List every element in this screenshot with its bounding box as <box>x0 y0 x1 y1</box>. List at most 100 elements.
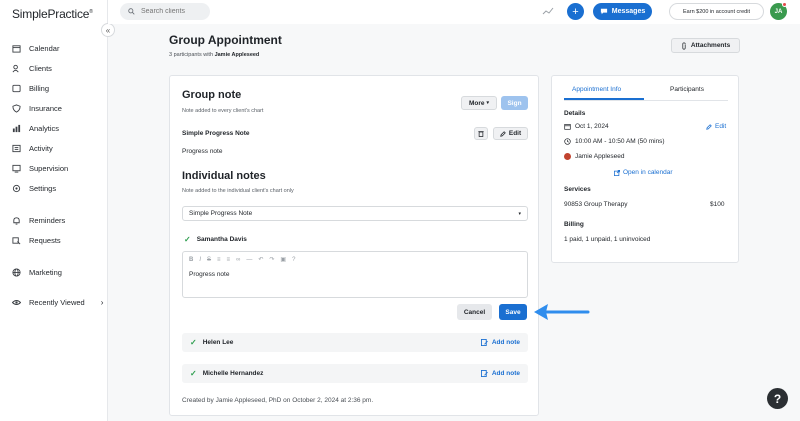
divider-icon[interactable]: — <box>246 257 252 263</box>
template-select-value: Simple Progress Note <box>189 210 253 217</box>
template-select[interactable]: Simple Progress Note ▾ <box>182 206 528 221</box>
bell-icon <box>13 216 20 225</box>
sidebar-item-insurance[interactable]: Insurance <box>12 101 62 115</box>
check-icon: ✓ <box>184 235 191 244</box>
sidebar-item-label: Activity <box>29 143 53 153</box>
add-note-icon <box>480 370 488 377</box>
cancel-button[interactable]: Cancel <box>457 304 492 320</box>
help-icon[interactable]: ? <box>292 257 295 263</box>
appointment-time: 10:00 AM - 10:50 AM (50 mins) <box>564 138 665 145</box>
shield-icon <box>12 103 21 113</box>
logo[interactable]: SimplePractice® <box>12 7 93 21</box>
sidebar-item-activity[interactable]: Activity <box>12 141 53 155</box>
paperclip-icon <box>682 41 686 50</box>
individual-notes-caption: Note added to the individual client's ch… <box>182 188 294 194</box>
sidebar-item-billing[interactable]: Billing <box>12 81 49 95</box>
sidebar-item-settings[interactable]: Settings <box>12 181 56 195</box>
bold-icon[interactable]: B <box>189 257 193 263</box>
search-input[interactable] <box>141 8 201 15</box>
sidebar-item-calendar[interactable]: Calendar <box>12 41 59 55</box>
tab-divider <box>564 100 728 101</box>
open-in-calendar-link[interactable]: Open in calendar <box>614 169 673 176</box>
more-button[interactable]: More ▾ <box>461 96 497 110</box>
redo-icon[interactable]: ↷ <box>269 256 274 263</box>
caret-down-icon: ▾ <box>518 210 521 217</box>
note-editor[interactable]: B I S ≡ ≡ ∞ — ↶ ↷ ▣ ? Progress note <box>182 251 528 298</box>
editor-content[interactable]: Progress note <box>189 271 229 278</box>
appointment-date: Oct 1, 2024 <box>564 123 609 130</box>
check-icon: ✓ <box>190 369 197 378</box>
messages-button[interactable]: Messages <box>593 3 652 20</box>
check-icon: ✓ <box>190 338 197 347</box>
sidebar-item-label: Billing <box>29 83 50 93</box>
edit-group-note-button[interactable]: Edit <box>493 127 528 140</box>
edit-label: Edit <box>508 130 522 137</box>
bullet-list-icon[interactable]: ≡ <box>217 257 221 263</box>
appointment-info-panel: Appointment Info Participants Details Oc… <box>551 75 739 263</box>
add-note-label: Add note <box>491 339 520 346</box>
strikethrough-icon[interactable]: S <box>207 257 211 263</box>
sidebar-item-label: Recently Viewed <box>29 297 85 307</box>
group-note-body: Progress note <box>182 148 223 155</box>
clinician-name: Jamie Appleseed <box>575 153 625 160</box>
sidebar: SimplePractice® « Calendar Clients Billi… <box>0 0 115 421</box>
tab-appointment-info[interactable]: Appointment Info <box>572 86 621 93</box>
earn-credit-button[interactable]: Earn $200 in account credit <box>669 3 764 20</box>
trend-icon[interactable] <box>542 6 554 16</box>
sidebar-item-analytics[interactable]: Analytics <box>12 121 59 135</box>
sidebar-item-reminders[interactable]: Reminders <box>12 213 65 227</box>
client-name: Helen Lee <box>202 339 234 346</box>
group-note-caption: Note added to every client's chart <box>182 108 264 114</box>
image-icon[interactable]: ▣ <box>280 256 286 263</box>
sidebar-item-label: Insurance <box>29 103 62 113</box>
editor-toolbar: B I S ≡ ≡ ∞ — ↶ ↷ ▣ ? <box>189 256 295 264</box>
billing-heading: Billing <box>564 221 584 228</box>
calendar-icon <box>12 44 21 53</box>
clinician-avatar <box>564 153 571 160</box>
edit-details-button[interactable]: Edit <box>706 123 726 130</box>
messages-label: Messages <box>611 8 646 15</box>
link-icon[interactable]: ∞ <box>236 257 240 263</box>
eye-icon <box>12 299 21 305</box>
sign-button[interactable]: Sign <box>501 96 528 110</box>
individual-notes-title: Individual notes <box>182 170 266 182</box>
globe-icon <box>12 267 21 277</box>
sidebar-item-label: Requests <box>29 235 61 245</box>
calendar-icon <box>564 124 571 130</box>
date-text: Oct 1, 2024 <box>575 123 609 130</box>
attachments-button[interactable]: Attachments <box>671 38 740 53</box>
collapse-sidebar-button[interactable]: « <box>101 23 115 37</box>
notes-card: Group note Note added to every client's … <box>169 75 539 416</box>
sidebar-item-supervision[interactable]: Supervision <box>12 161 68 175</box>
delete-button[interactable] <box>474 127 488 140</box>
billing-icon <box>12 84 21 92</box>
clients-icon <box>12 64 19 72</box>
sidebar-item-recently-viewed[interactable]: Recently Viewed › <box>12 295 103 309</box>
add-note-button[interactable]: Add note <box>480 370 520 377</box>
client-row-michelle-hernandez: ✓ Michelle Hernandez Add note <box>182 364 528 383</box>
sidebar-item-label: Supervision <box>29 163 69 173</box>
billing-status: 1 paid, 1 unpaid, 1 uninvoiced <box>564 236 651 243</box>
sidebar-item-marketing[interactable]: Marketing <box>12 265 62 279</box>
trash-icon <box>478 131 484 137</box>
attachments-label: Attachments <box>690 42 731 49</box>
search-icon <box>128 8 135 15</box>
add-note-button[interactable]: Add note <box>480 339 520 346</box>
pencil-icon <box>706 123 712 130</box>
save-button[interactable]: Save <box>499 304 527 320</box>
pointer-arrow-icon <box>534 304 590 320</box>
activity-icon <box>12 144 21 152</box>
help-button[interactable]: ? <box>767 388 788 409</box>
client-name: Samantha Davis <box>196 236 247 243</box>
italic-icon[interactable]: I <box>199 257 201 263</box>
external-link-icon <box>614 169 620 176</box>
gear-icon <box>12 184 21 192</box>
tab-participants[interactable]: Participants <box>670 86 704 93</box>
sidebar-item-requests[interactable]: Requests <box>12 233 61 247</box>
sidebar-item-clients[interactable]: Clients <box>12 61 52 75</box>
add-note-icon <box>480 339 488 346</box>
undo-icon[interactable]: ↶ <box>258 256 263 263</box>
numbered-list-icon[interactable]: ≡ <box>227 257 231 263</box>
search-box[interactable] <box>120 3 210 20</box>
add-button[interactable]: + <box>567 3 584 20</box>
